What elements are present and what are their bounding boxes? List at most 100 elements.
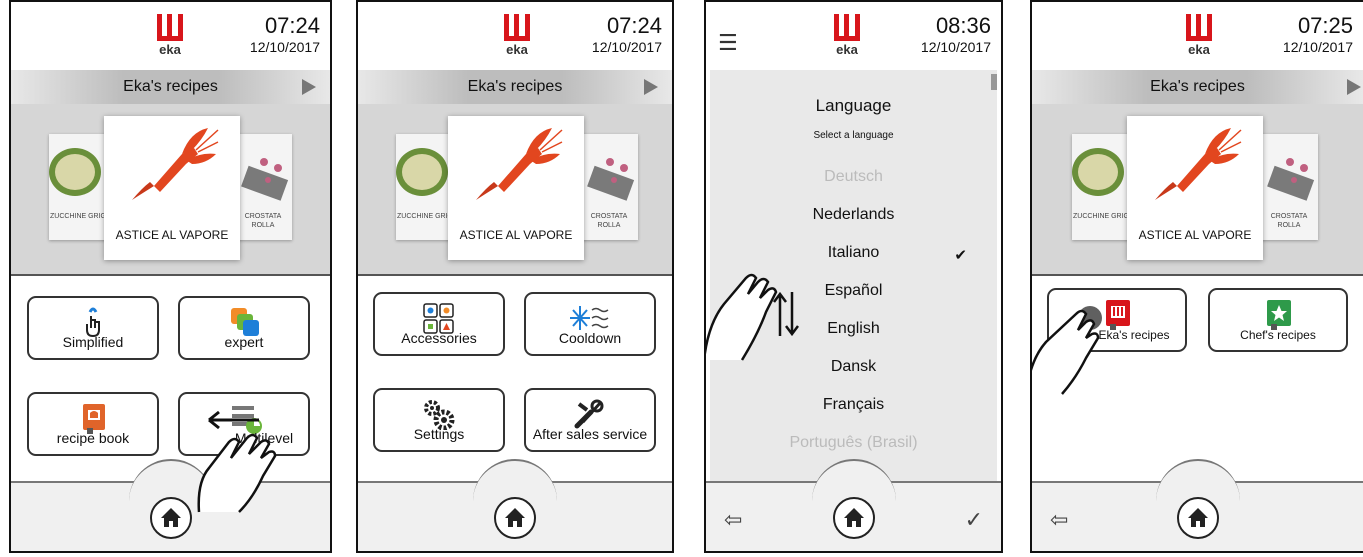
screen-home-page-1: eka 07:24 12/10/2017 Eka's recipes ZUCCH… <box>9 0 332 553</box>
language-option[interactable]: Dansk <box>710 358 997 376</box>
expert-button[interactable]: expert <box>178 296 310 360</box>
scrollbar[interactable] <box>991 74 997 90</box>
language-subheading: Select a language <box>813 130 894 141</box>
check-icon: ✔ <box>954 247 967 264</box>
chefs-recipes-button[interactable]: Chef's recipes <box>1208 288 1348 352</box>
language-option[interactable]: English <box>710 320 997 338</box>
clock-date: 12/10/2017 <box>249 39 320 55</box>
zucchini-image <box>396 134 454 204</box>
page-title: Eka's recipes <box>123 78 218 95</box>
button-label: Simplified <box>62 334 124 350</box>
bottom-nav: ⇦ ✓ <box>706 459 1001 551</box>
clock: 07:24 12/10/2017 <box>250 14 320 56</box>
button-label: After sales service <box>532 426 648 442</box>
back-arrow-icon[interactable]: ⇦ <box>724 507 742 533</box>
recipe-card-label: CROSTATA ROLLA <box>1270 213 1308 229</box>
recipes-title-bar[interactable]: Eka's recipes <box>1032 70 1363 104</box>
recipe-card-label: CROSTATA ROLLA <box>590 213 628 229</box>
recipes-title-bar[interactable]: Eka's recipes <box>358 70 672 104</box>
bottom-nav <box>358 459 672 551</box>
eka-recipe-book-icon <box>1106 300 1130 330</box>
home-button[interactable] <box>1176 497 1219 539</box>
back-arrow-icon[interactable]: ⇦ <box>1050 507 1068 533</box>
recipe-carousel[interactable]: ZUCCHINE GRIG CROSTATA ROLLA ASTICE AL V… <box>11 104 330 276</box>
recipe-card-right[interactable]: CROSTATA ROLLA <box>1260 134 1318 240</box>
button-label: Chef's recipes <box>1240 328 1316 342</box>
accessories-button[interactable]: Accessories <box>373 292 505 356</box>
home-icon <box>1187 508 1208 527</box>
language-list[interactable]: Language Select a language Deutsch Neder… <box>710 70 997 483</box>
recipes-title-bar[interactable]: Eka's recipes <box>11 70 330 104</box>
recipe-card-left[interactable]: ZUCCHINE GRIG <box>1072 134 1130 240</box>
confirm-check-icon[interactable]: ✓ <box>965 507 983 533</box>
eka-recipes-button[interactable]: Eka's recipes <box>1047 288 1187 352</box>
button-label: Settings <box>413 426 465 442</box>
language-option[interactable]: Deutsch <box>710 168 997 186</box>
language-heading: Language <box>815 96 892 115</box>
lobster-image <box>132 128 219 200</box>
settings-button[interactable]: Settings <box>373 388 505 452</box>
button-label: Cooldown <box>558 330 622 346</box>
recipe-card-right[interactable]: CROSTATA ROLLA <box>234 134 292 240</box>
eka-logo: eka <box>500 14 534 60</box>
lobster-image <box>1155 128 1242 200</box>
play-arrow-icon[interactable] <box>302 79 316 95</box>
eka-logo: eka <box>830 14 864 60</box>
tart-image <box>580 134 638 204</box>
menu-icon[interactable]: ☰ <box>718 30 738 56</box>
home-button[interactable] <box>832 497 875 539</box>
recipe-carousel[interactable]: ZUCCHINE GRIG CROSTATA ROLLA ASTICE AL V… <box>1032 104 1363 276</box>
clock-date: 12/10/2017 <box>1282 39 1353 55</box>
language-option[interactable]: Nederlands <box>710 206 997 224</box>
recipe-card-center[interactable]: ASTICE AL VAPORE <box>1127 116 1263 260</box>
play-arrow-icon[interactable] <box>1347 79 1361 95</box>
recipe-card-label: ZUCCHINE GRIG <box>397 213 453 220</box>
page-title: Eka's recipes <box>467 78 563 95</box>
recipe-card-right[interactable]: CROSTATA ROLLA <box>580 134 638 240</box>
button-label: Multilevel <box>234 430 294 446</box>
simplified-button[interactable]: Simplified <box>27 296 159 360</box>
status-bar: ☰ eka 08:36 12/10/2017 <box>706 2 1001 70</box>
recipe-carousel[interactable]: ZUCCHINE GRIG CROSTATA ROLLA ASTICE AL V… <box>358 104 672 276</box>
clock-time: 07:25 <box>1297 13 1353 38</box>
language-option[interactable]: Français <box>710 396 997 414</box>
home-icon <box>160 508 181 527</box>
language-option[interactable]: Español <box>710 282 997 300</box>
clock-time: 07:24 <box>264 13 320 38</box>
home-icon <box>843 508 864 527</box>
play-arrow-icon[interactable] <box>644 79 658 95</box>
recipe-card-center[interactable]: ASTICE AL VAPORE <box>104 116 240 260</box>
tart-image <box>1260 134 1318 204</box>
clock: 08:36 12/10/2017 <box>921 14 991 56</box>
home-button[interactable] <box>149 497 192 539</box>
recipe-card-center[interactable]: ASTICE AL VAPORE <box>448 116 584 260</box>
status-bar: eka 07:24 12/10/2017 <box>358 2 672 70</box>
page-title: Eka's recipes <box>1150 78 1245 95</box>
lobster-image <box>476 128 563 200</box>
bottom-nav <box>11 459 330 551</box>
after-sales-service-button[interactable]: After sales service <box>524 388 656 452</box>
zucchini-image <box>49 134 107 204</box>
eka-logo: eka <box>1182 14 1216 60</box>
recipe-card-label: ZUCCHINE GRIG <box>1073 213 1129 220</box>
language-option[interactable]: Português (Brasil) <box>710 434 997 452</box>
recipe-card-left[interactable]: ZUCCHINE GRIG <box>396 134 454 240</box>
clock-date: 12/10/2017 <box>591 39 662 55</box>
recipe-card-label: ZUCCHINE GRIG <box>50 213 106 220</box>
recipe-card-label: CROSTATA ROLLA <box>244 213 282 229</box>
recipe-book-button[interactable]: recipe book <box>27 392 159 456</box>
screen-home-page-2: eka 07:24 12/10/2017 Eka's recipes ZUCCH… <box>356 0 674 553</box>
clock: 07:25 12/10/2017 <box>1283 14 1353 56</box>
clock-time: 08:36 <box>935 13 991 38</box>
bottom-nav: ⇦ <box>1032 459 1363 551</box>
home-button[interactable] <box>494 497 536 539</box>
recipe-card-left[interactable]: ZUCCHINE GRIG <box>49 134 107 240</box>
clock-time: 07:24 <box>606 13 662 38</box>
button-label: expert <box>224 334 264 350</box>
clock: 07:24 12/10/2017 <box>592 14 662 56</box>
button-label: Accessories <box>401 330 477 346</box>
cooldown-button[interactable]: Cooldown <box>524 292 656 356</box>
multilevel-button[interactable]: Multilevel <box>178 392 310 456</box>
clock-date: 12/10/2017 <box>920 39 991 55</box>
recipe-card-label: ASTICE AL VAPORE <box>115 228 229 242</box>
